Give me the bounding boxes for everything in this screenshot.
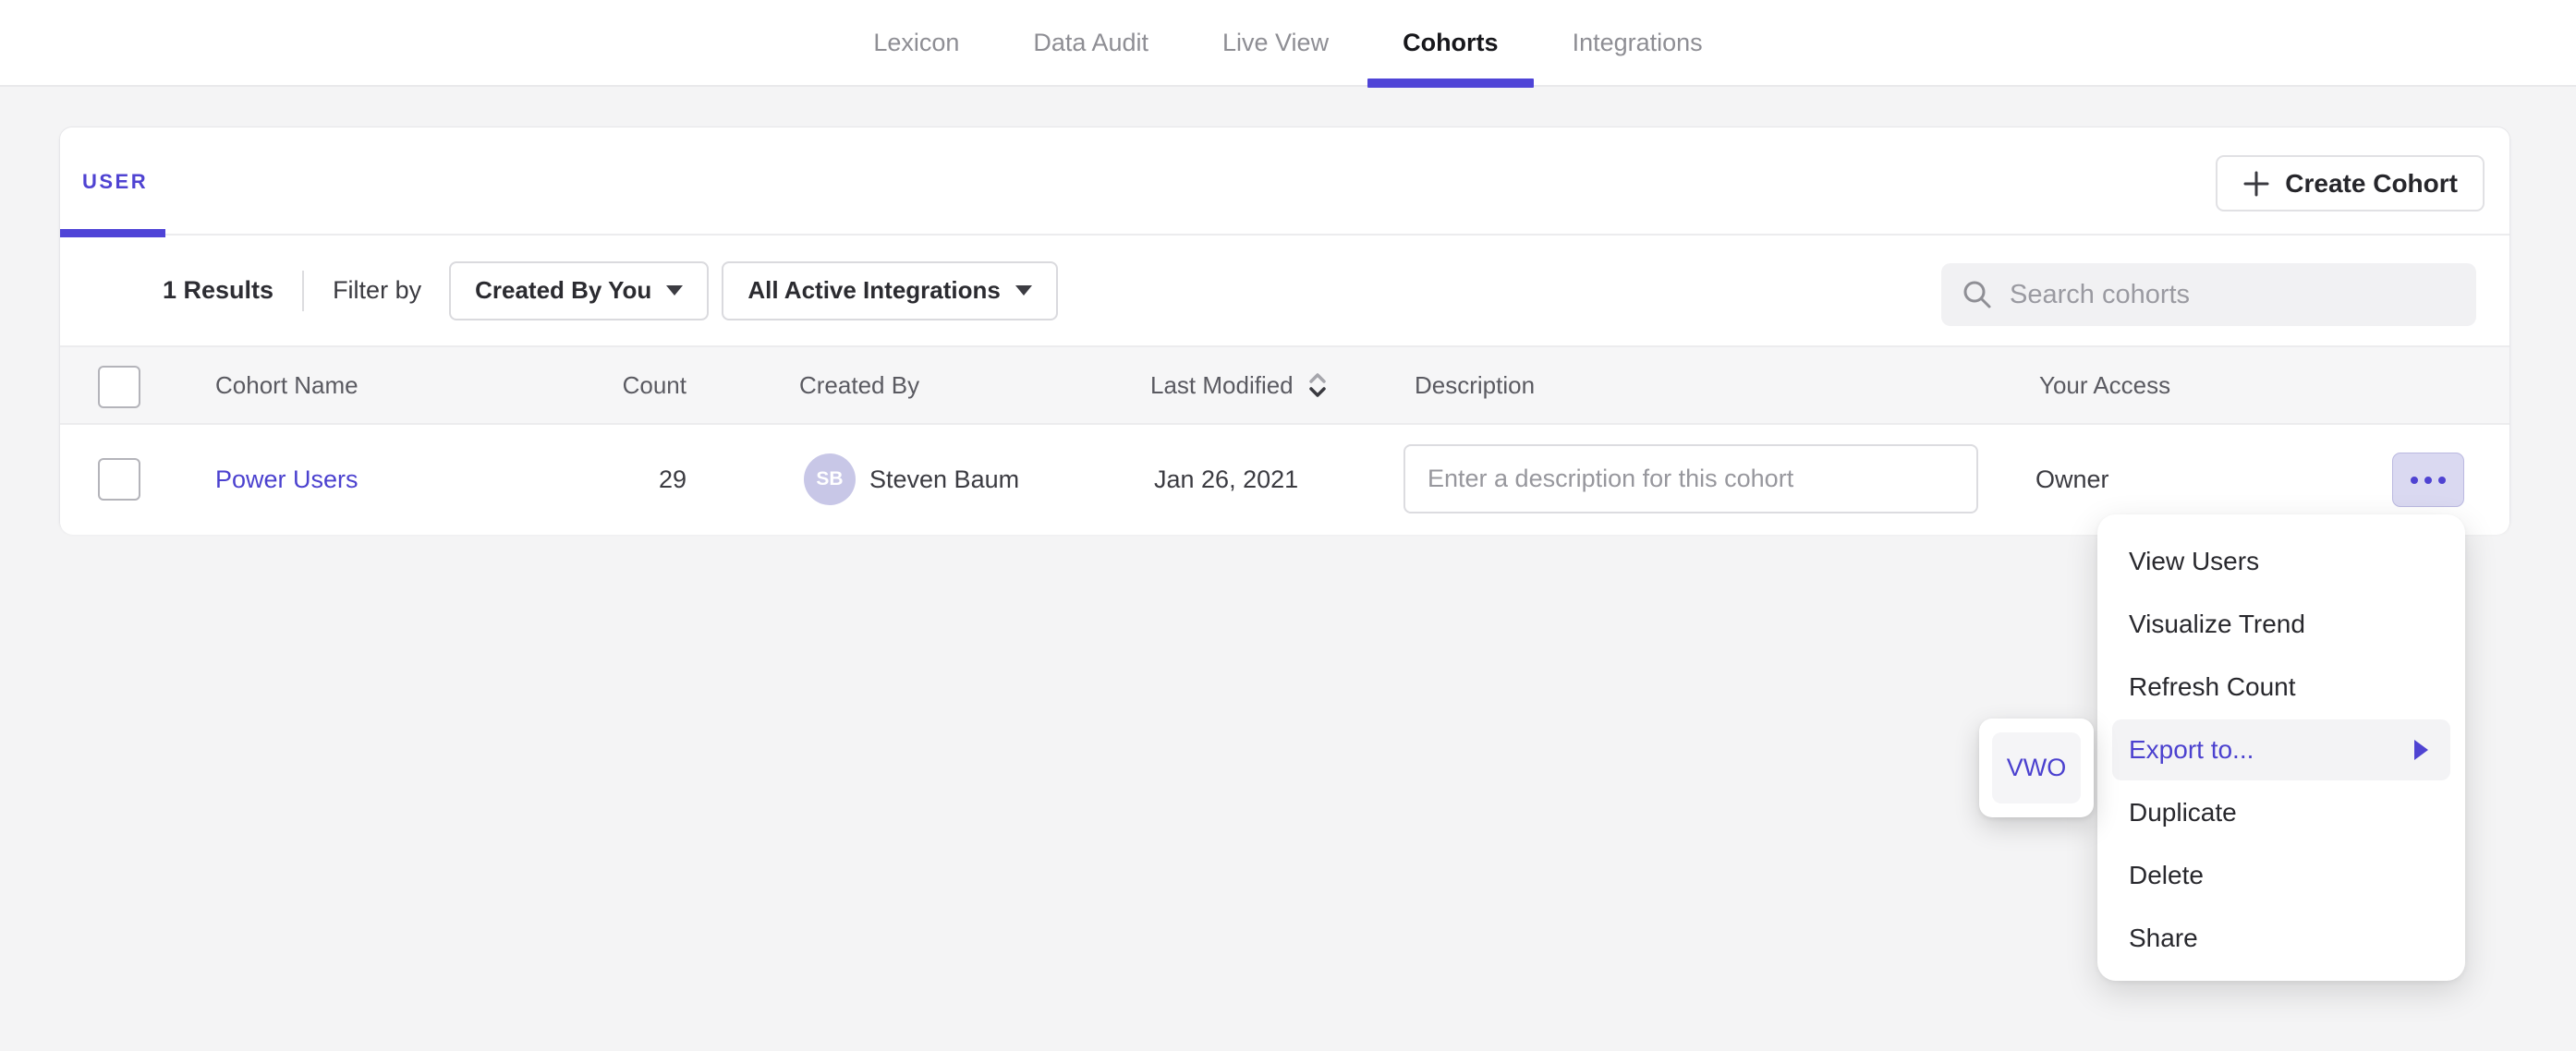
header-cohort-name: Cohort Name xyxy=(215,347,358,423)
nav-item-label: Lexicon xyxy=(873,29,959,57)
header-created-by: Created By xyxy=(799,347,919,423)
select-all-checkbox[interactable] xyxy=(98,366,140,408)
creator-avatar: SB xyxy=(804,453,856,505)
nav-item-label: Data Audit xyxy=(1033,29,1148,57)
menu-item-label: Refresh Count xyxy=(2129,672,2296,702)
header-description: Description xyxy=(1415,347,1535,423)
nav-item-cohorts[interactable]: Cohorts xyxy=(1403,0,1499,86)
submenu-item-vwo-label: VWO xyxy=(2007,754,2067,782)
row-context-menu: View Users Visualize Trend Refresh Count… xyxy=(2097,514,2465,981)
search-input[interactable] xyxy=(2010,263,2476,326)
nav-item-label: Integrations xyxy=(1573,29,1703,57)
row-checkbox[interactable] xyxy=(98,458,140,501)
submenu-item-vwo[interactable]: VWO xyxy=(1992,732,2081,803)
cohorts-card: USER Create Cohort 1 Results Filter by C… xyxy=(59,127,2510,534)
chevron-down-icon xyxy=(666,285,683,296)
menu-item-label: View Users xyxy=(2129,547,2259,576)
created-by-filter-dropdown[interactable]: Created By You xyxy=(449,261,709,320)
results-count: 1 Results xyxy=(163,276,273,305)
cohort-count: 29 xyxy=(564,425,687,535)
sort-icon xyxy=(1306,368,1329,402)
nav-item-data-audit[interactable]: Data Audit xyxy=(1033,0,1148,86)
nav-item-label: Cohorts xyxy=(1403,29,1499,57)
integrations-filter-dropdown[interactable]: All Active Integrations xyxy=(722,261,1058,320)
create-cohort-label: Create Cohort xyxy=(2285,169,2458,199)
table-header-row: Cohort Name Count Created By Last Modifi… xyxy=(60,345,2509,425)
filter-row: 1 Results Filter by Created By You All A… xyxy=(60,236,2509,345)
menu-item-label: Share xyxy=(2129,924,2198,953)
nav-item-label: Live View xyxy=(1222,29,1329,57)
menu-item-duplicate[interactable]: Duplicate xyxy=(2097,781,2465,844)
menu-item-share[interactable]: Share xyxy=(2097,907,2465,970)
created-by-filter-label: Created By You xyxy=(475,276,651,305)
row-actions-button[interactable] xyxy=(2392,453,2464,507)
create-cohort-button[interactable]: Create Cohort xyxy=(2216,155,2485,211)
submenu-arrow-icon xyxy=(2414,740,2428,760)
nav-item-integrations[interactable]: Integrations xyxy=(1573,0,1703,86)
menu-item-label: Export to... xyxy=(2129,735,2254,765)
menu-item-view-users[interactable]: View Users xyxy=(2097,530,2465,593)
filter-by-label: Filter by xyxy=(333,276,421,305)
header-last-modified[interactable]: Last Modified xyxy=(1150,347,1329,423)
description-input[interactable] xyxy=(1403,444,1978,513)
chevron-down-icon xyxy=(1015,285,1032,296)
menu-item-label: Visualize Trend xyxy=(2129,610,2305,639)
filter-controls: 1 Results Filter by Created By You All A… xyxy=(163,236,1071,345)
active-tab-underline xyxy=(1367,79,1534,88)
creator-name: Steven Baum xyxy=(869,425,1019,535)
access-value: Owner xyxy=(2035,425,2109,535)
vertical-divider xyxy=(302,271,304,311)
integrations-filter-label: All Active Integrations xyxy=(747,276,1001,305)
more-options-icon xyxy=(2411,477,2418,484)
more-options-icon xyxy=(2424,477,2432,484)
more-options-icon xyxy=(2438,477,2446,484)
nav-item-lexicon[interactable]: Lexicon xyxy=(873,0,959,86)
search-cohorts-box xyxy=(1941,263,2476,326)
menu-item-label: Duplicate xyxy=(2129,798,2237,828)
export-submenu: VWO xyxy=(1979,719,2094,817)
tab-user-label: USER xyxy=(82,170,148,194)
menu-item-export-to[interactable]: Export to... xyxy=(2112,719,2450,780)
creator-initials: SB xyxy=(816,468,843,490)
header-count: Count xyxy=(564,347,687,423)
top-navigation: Lexicon Data Audit Live View Cohorts Int… xyxy=(0,0,2576,87)
menu-item-visualize-trend[interactable]: Visualize Trend xyxy=(2097,593,2465,656)
tab-user[interactable]: USER xyxy=(60,127,170,236)
cohort-name-link[interactable]: Power Users xyxy=(215,465,358,494)
header-last-modified-label: Last Modified xyxy=(1150,371,1294,400)
plus-icon xyxy=(2242,170,2270,198)
card-tab-bar: USER Create Cohort xyxy=(60,127,2509,236)
last-modified-date: Jan 26, 2021 xyxy=(1154,425,1298,535)
search-icon xyxy=(1962,279,1993,310)
menu-item-delete[interactable]: Delete xyxy=(2097,844,2465,907)
header-your-access: Your Access xyxy=(2039,347,2170,423)
menu-item-label: Delete xyxy=(2129,861,2204,890)
menu-item-refresh-count[interactable]: Refresh Count xyxy=(2097,656,2465,719)
nav-item-live-view[interactable]: Live View xyxy=(1222,0,1329,86)
